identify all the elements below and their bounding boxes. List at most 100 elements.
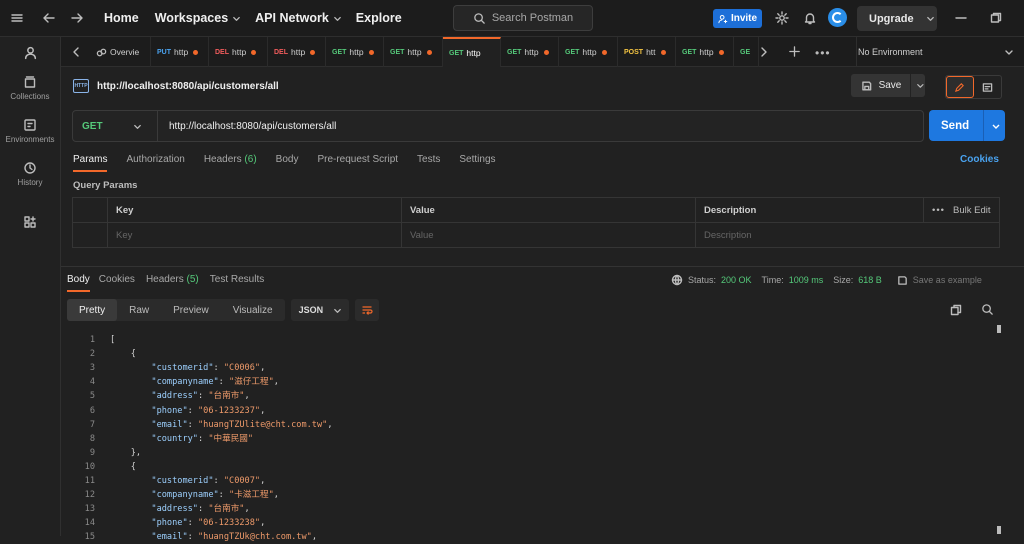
chevron-down-icon	[334, 308, 341, 313]
chevron-down-icon	[233, 16, 240, 21]
back-arrow-icon[interactable]	[36, 5, 62, 31]
request-tab[interactable]: PUT http	[151, 37, 209, 67]
sidebar-item-account[interactable]	[0, 45, 60, 60]
avatar[interactable]	[828, 8, 847, 27]
chevron-down-icon	[992, 124, 1000, 129]
workspaces-menu[interactable]: Workspaces	[155, 11, 241, 25]
tab-params[interactable]: Params	[73, 154, 108, 172]
search-icon[interactable]	[981, 303, 994, 316]
tab-headers[interactable]: Headers (6)	[204, 154, 257, 165]
save-button[interactable]: Save	[851, 74, 925, 97]
tab-tests[interactable]: Tests	[417, 154, 440, 165]
invite-button[interactable]: Invite	[713, 9, 762, 28]
format-selector[interactable]: JSON	[290, 299, 349, 321]
code-line: "phone": "06-1233238",	[151, 518, 266, 529]
key-input[interactable]: Key	[107, 223, 401, 248]
view-raw[interactable]: Raw	[117, 299, 161, 321]
url-bar: GET http://localhost:8080/api/customers/…	[72, 110, 924, 142]
url-input[interactable]: http://localhost:8080/api/customers/all	[169, 121, 336, 132]
tab-authorization[interactable]: Authorization	[126, 154, 184, 165]
method-selector[interactable]: GET	[73, 111, 158, 141]
api-network-menu[interactable]: API Network	[255, 11, 342, 25]
chevron-down-icon	[917, 84, 924, 88]
environment-selector[interactable]: No Environment	[856, 37, 1024, 67]
request-tab[interactable]: Overvie	[90, 37, 151, 67]
send-button[interactable]: Send	[929, 110, 1005, 141]
tabs-scroll-right-icon[interactable]	[759, 46, 769, 58]
more-tabs-icon[interactable]: •••	[815, 46, 831, 60]
request-tab[interactable]: DEL http	[268, 37, 326, 67]
code-punct: {	[110, 349, 136, 360]
minimize-icon[interactable]	[955, 12, 967, 24]
tab-label: http	[349, 47, 364, 57]
sidebar-item-environments[interactable]: Environments	[0, 118, 60, 144]
tab-test-results[interactable]: Test Results	[210, 274, 264, 285]
request-tab[interactable]: GET http	[559, 37, 618, 67]
line-number: 3	[89, 363, 95, 374]
request-tab[interactable]: DEL http	[209, 37, 268, 67]
sidebar-item-history[interactable]: History	[0, 161, 60, 187]
explore-link[interactable]: Explore	[356, 11, 402, 25]
forward-arrow-icon[interactable]	[64, 5, 90, 31]
request-tab[interactable]: GET http	[384, 37, 443, 67]
save-as-example-button[interactable]: Save as example	[913, 275, 982, 285]
view-visualize[interactable]: Visualize	[221, 299, 285, 321]
menu-icon[interactable]	[4, 5, 30, 31]
wrap-lines-icon[interactable]	[354, 299, 379, 321]
scrollbar-end[interactable]	[997, 526, 1001, 534]
restore-window-icon[interactable]	[990, 12, 1002, 24]
request-tab[interactable]: GET http	[443, 37, 501, 67]
response-body-editor[interactable]: 1 [2 {3 "customerid": "C0006", 4 "companyn…	[61, 325, 1024, 542]
save-icon	[862, 80, 872, 91]
tab-response-headers[interactable]: Headers (5)	[146, 274, 199, 285]
description-input[interactable]: Description	[695, 223, 999, 248]
home-link[interactable]: Home	[104, 11, 139, 25]
tab-response-body[interactable]: Body	[67, 274, 90, 292]
request-tab[interactable]: POST htt	[618, 37, 676, 67]
notifications-bell-icon[interactable]	[803, 11, 817, 25]
copy-icon[interactable]	[950, 304, 962, 316]
json-key: "customerid"	[151, 363, 214, 374]
unsaved-dot-icon	[368, 49, 374, 55]
json-key: "address"	[151, 504, 198, 515]
request-tab[interactable]: GE	[734, 37, 759, 67]
edit-pencil-icon[interactable]	[946, 76, 974, 98]
tab-label: http	[466, 48, 481, 58]
tab-response-cookies[interactable]: Cookies	[99, 274, 135, 285]
tab-body[interactable]: Body	[276, 154, 299, 165]
line-number: 2	[89, 349, 95, 360]
unsaved-dot-icon	[251, 49, 257, 55]
request-tab[interactable]: GET http	[676, 37, 734, 67]
view-pretty[interactable]: Pretty	[67, 299, 118, 321]
status-code: 200 OK	[721, 275, 752, 285]
tab-pre-request-script[interactable]: Pre-request Script	[317, 154, 398, 165]
table-header-row: Key Value Description ••• Bulk Edit	[73, 198, 999, 223]
documentation-icon[interactable]	[974, 76, 1001, 98]
code-line: "customerid": "C0007",	[151, 476, 266, 486]
bulk-edit-button[interactable]: ••• Bulk Edit	[923, 198, 999, 223]
view-preview[interactable]: Preview	[161, 299, 221, 321]
top-bar: Home Workspaces API Network Explore Sear…	[0, 0, 1024, 37]
code-line: {	[110, 347, 136, 361]
code-line: "email": "huangTZUlite@cht.com.tw",	[151, 419, 333, 430]
json-value: "C0006"	[223, 363, 261, 374]
tab-label: htt	[646, 47, 656, 57]
tab-settings[interactable]: Settings	[459, 154, 495, 165]
settings-gear-icon[interactable]	[775, 11, 789, 25]
sidebar-item-configure[interactable]	[0, 215, 60, 229]
collections-icon	[24, 76, 36, 88]
request-tab[interactable]: GET http	[326, 37, 384, 67]
new-tab-plus-icon[interactable]	[788, 45, 801, 58]
request-tab[interactable]: GET http	[501, 37, 559, 67]
search-input[interactable]: Search Postman	[453, 5, 593, 31]
tab-method: GET	[682, 48, 697, 56]
scrollbar-thumb[interactable]	[997, 325, 1001, 333]
json-key: "customerid"	[151, 476, 214, 486]
json-value: "台南市"	[208, 504, 245, 515]
tabs-scroll-left-icon[interactable]	[71, 46, 81, 58]
sidebar-item-collections[interactable]: Collections	[0, 75, 60, 101]
response-tabs: Body Cookies Headers (5) Test Results	[67, 274, 283, 292]
cookies-link[interactable]: Cookies	[960, 154, 999, 165]
upgrade-button[interactable]: Upgrade	[857, 6, 937, 31]
value-input[interactable]: Value	[401, 223, 695, 248]
